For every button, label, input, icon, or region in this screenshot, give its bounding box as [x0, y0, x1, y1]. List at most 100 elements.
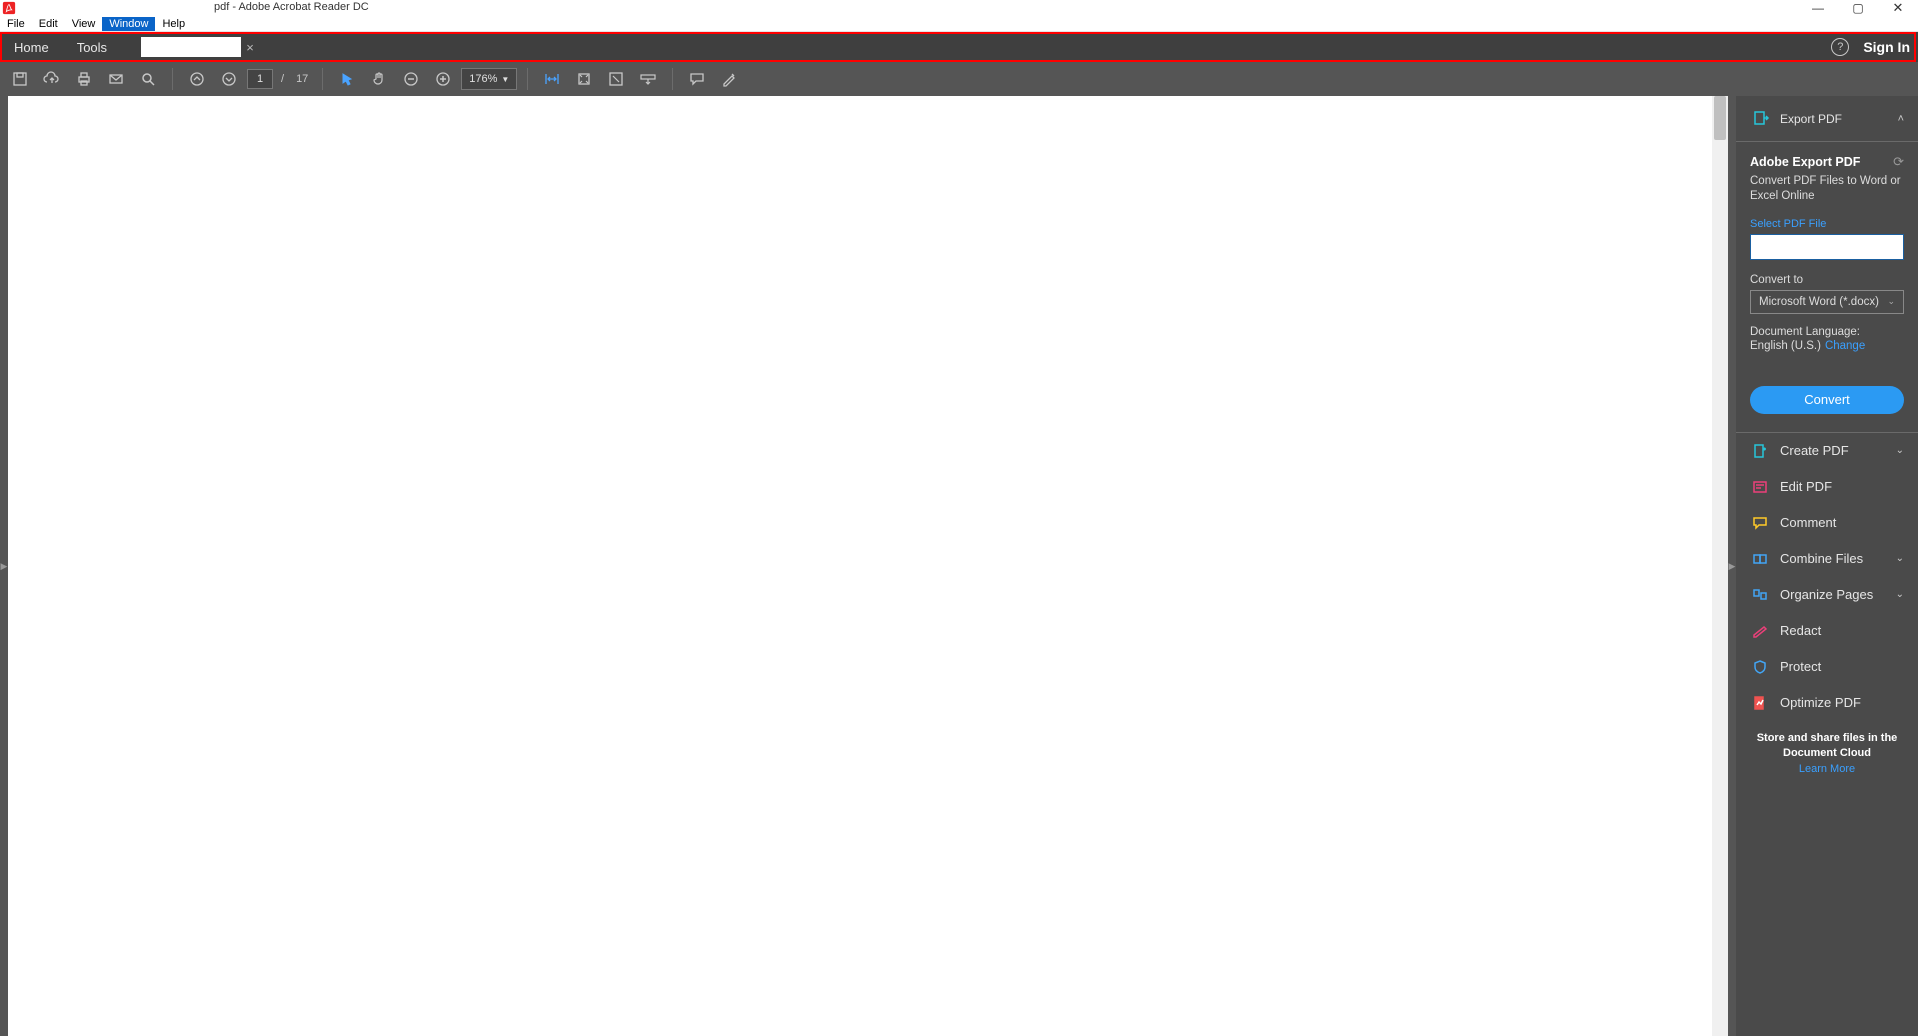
tool-label: Optimize PDF — [1780, 695, 1861, 710]
document-tab[interactable]: × — [141, 36, 259, 58]
document-view[interactable] — [8, 96, 1728, 1036]
left-panel-toggle[interactable]: ▶ — [0, 96, 8, 1036]
page-separator: / — [281, 73, 284, 85]
tab-home[interactable]: Home — [0, 32, 63, 62]
chevron-down-icon: ⌄ — [1896, 553, 1904, 564]
menu-file[interactable]: File — [0, 17, 32, 31]
tab-bar: Home Tools × ? Sign In — [0, 32, 1918, 62]
change-language-link[interactable]: Change — [1825, 340, 1865, 352]
tool-label: Redact — [1780, 623, 1821, 638]
search-icon[interactable] — [134, 65, 162, 93]
export-pdf-label: Export PDF — [1780, 112, 1842, 126]
fit-page-icon[interactable] — [570, 65, 598, 93]
tool-label: Create PDF — [1780, 443, 1849, 458]
sign-icon[interactable] — [715, 65, 743, 93]
document-tab-label — [141, 37, 241, 57]
window-title: pdf - Adobe Acrobat Reader DC — [214, 1, 369, 13]
document-language-value: English (U.S.) — [1750, 340, 1821, 352]
export-description: Convert PDF Files to Word or Excel Onlin… — [1750, 174, 1904, 204]
chevron-right-icon: ▶ — [1, 561, 8, 572]
convert-to-value: Microsoft Word (*.docx) — [1759, 296, 1879, 308]
selection-tool-icon[interactable] — [333, 65, 361, 93]
page-up-icon[interactable] — [183, 65, 211, 93]
page-total: 17 — [296, 73, 308, 85]
edit-pdf-icon — [1752, 479, 1768, 495]
chevron-down-icon: ⌄ — [1896, 445, 1904, 456]
fit-width-icon[interactable] — [538, 65, 566, 93]
page-number-input[interactable] — [247, 69, 273, 89]
redact-tool[interactable]: Redact — [1736, 613, 1918, 649]
cloud-icon[interactable]: ⟳ — [1893, 154, 1904, 170]
select-pdf-label: Select PDF File — [1750, 218, 1904, 230]
toolbar-separator — [672, 68, 673, 90]
export-pdf-body: Adobe Export PDF ⟳ Convert PDF Files to … — [1736, 142, 1918, 433]
export-pdf-header[interactable]: Export PDF ˄ — [1736, 96, 1918, 142]
email-icon[interactable] — [102, 65, 130, 93]
menu-help[interactable]: Help — [155, 17, 192, 31]
print-icon[interactable] — [70, 65, 98, 93]
acrobat-app-icon — [2, 1, 16, 15]
convert-button[interactable]: Convert — [1750, 386, 1904, 414]
export-title: Adobe Export PDF — [1750, 155, 1860, 169]
maximize-button[interactable]: ▢ — [1838, 0, 1878, 16]
zoom-level-select[interactable]: 176%▼ — [461, 68, 517, 90]
menu-window[interactable]: Window — [102, 17, 155, 31]
edit-pdf-tool[interactable]: Edit PDF — [1736, 469, 1918, 505]
chevron-down-icon: ⌄ — [1887, 296, 1895, 307]
chevron-down-icon: ⌄ — [1896, 589, 1904, 600]
close-window-button[interactable]: ✕ — [1878, 0, 1918, 16]
toolbar-separator — [527, 68, 528, 90]
main-area: ▶ ▶ Export PDF ˄ Adobe Export PDF ⟳ Conv… — [0, 96, 1918, 1036]
read-mode-icon[interactable] — [634, 65, 662, 93]
create-pdf-tool[interactable]: Create PDF ⌄ — [1736, 433, 1918, 469]
document-language-label: Document Language: — [1750, 326, 1904, 338]
chevron-up-icon: ˄ — [1898, 113, 1904, 125]
window-titlebar: pdf - Adobe Acrobat Reader DC — ▢ ✕ — [0, 0, 1918, 16]
tool-label: Protect — [1780, 659, 1821, 674]
organize-pages-tool[interactable]: Organize Pages ⌄ — [1736, 577, 1918, 613]
convert-to-select[interactable]: Microsoft Word (*.docx) ⌄ — [1750, 290, 1904, 314]
menu-edit[interactable]: Edit — [32, 17, 65, 31]
redact-icon — [1752, 623, 1768, 639]
scrollbar-thumb[interactable] — [1714, 96, 1726, 140]
menu-view[interactable]: View — [65, 17, 103, 31]
close-tab-icon[interactable]: × — [241, 40, 259, 55]
comment-icon[interactable] — [683, 65, 711, 93]
zoom-in-icon[interactable] — [429, 65, 457, 93]
zoom-value: 176% — [469, 73, 497, 85]
cloud-footer-text: Store and share files in the Document Cl… — [1736, 723, 1918, 763]
tool-label: Combine Files — [1780, 551, 1863, 566]
toolbar-separator — [172, 68, 173, 90]
combine-files-icon — [1752, 551, 1768, 567]
zoom-out-icon[interactable] — [397, 65, 425, 93]
protect-tool[interactable]: Protect — [1736, 649, 1918, 685]
convert-to-label: Convert to — [1750, 274, 1904, 286]
tools-panel: Export PDF ˄ Adobe Export PDF ⟳ Convert … — [1736, 96, 1918, 1036]
protect-icon — [1752, 659, 1768, 675]
tab-tools[interactable]: Tools — [63, 32, 121, 62]
tool-label: Edit PDF — [1780, 479, 1832, 494]
save-icon[interactable] — [6, 65, 34, 93]
create-pdf-icon — [1752, 443, 1768, 459]
optimize-pdf-tool[interactable]: Optimize PDF — [1736, 685, 1918, 721]
menu-bar: File Edit View Window Help — [0, 16, 1918, 32]
right-panel-toggle[interactable]: ▶ — [1728, 96, 1736, 1036]
learn-more-link[interactable]: Learn More — [1736, 763, 1918, 775]
select-pdf-field[interactable] — [1750, 234, 1904, 260]
cloud-upload-icon[interactable] — [38, 65, 66, 93]
tool-label: Comment — [1780, 515, 1836, 530]
help-icon[interactable]: ? — [1831, 38, 1849, 56]
organize-pages-icon — [1752, 587, 1768, 603]
page-down-icon[interactable] — [215, 65, 243, 93]
tool-label: Organize Pages — [1780, 587, 1873, 602]
chevron-right-icon: ▶ — [1729, 561, 1736, 572]
main-toolbar: / 17 176%▼ — [0, 62, 1918, 96]
vertical-scrollbar[interactable] — [1712, 96, 1728, 1036]
minimize-button[interactable]: — — [1798, 0, 1838, 16]
combine-files-tool[interactable]: Combine Files ⌄ — [1736, 541, 1918, 577]
comment-tool[interactable]: Comment — [1736, 505, 1918, 541]
fullscreen-icon[interactable] — [602, 65, 630, 93]
toolbar-separator — [322, 68, 323, 90]
sign-in-button[interactable]: Sign In — [1863, 39, 1910, 55]
hand-tool-icon[interactable] — [365, 65, 393, 93]
